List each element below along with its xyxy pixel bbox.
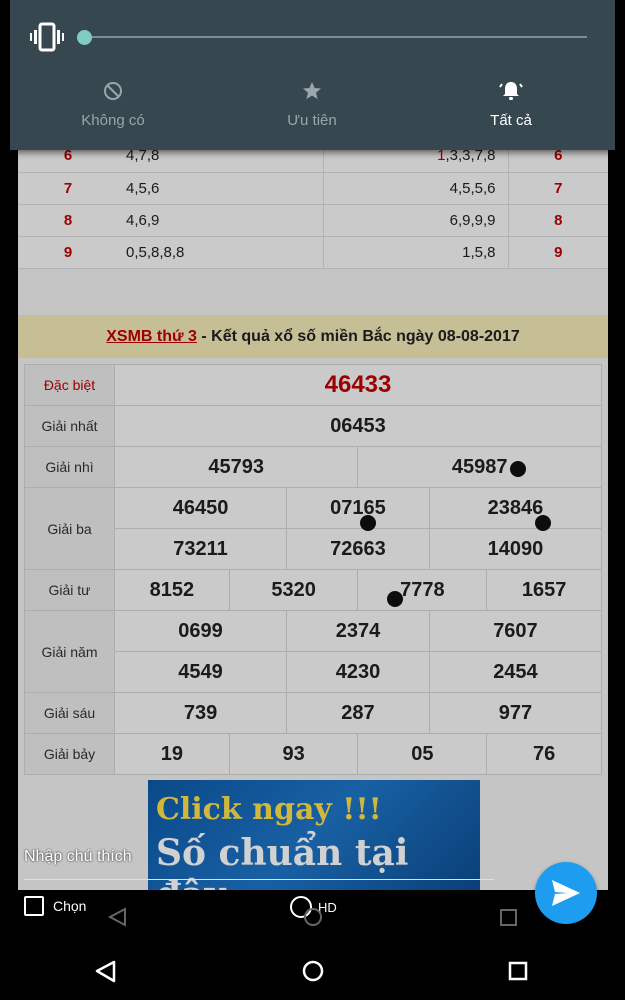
prize-label: Đặc biệt [24, 364, 115, 406]
prize-value: 0699 [113, 610, 288, 652]
send-icon [552, 880, 580, 906]
nav-recents-icon[interactable] [508, 961, 528, 981]
prize-row-sixth: Giải sáu 739 287 977 [24, 692, 603, 734]
caption-underline [24, 879, 494, 880]
head-values: 4,6,9 [118, 204, 324, 237]
prize-label: Giải bảy [24, 733, 115, 775]
mode-all[interactable]: Tất cả [411, 76, 611, 129]
prize-label: Giải nhất [24, 405, 115, 447]
prize-value: 7778 [357, 569, 488, 611]
results-table: Đặc biệt 46433 Giải nhất 06453 Giải nhì … [24, 364, 603, 775]
prize-value: 287 [286, 692, 430, 734]
home-icon [304, 908, 322, 926]
mode-none[interactable]: Không có [13, 76, 213, 129]
tail-values: 4,5,5,6 [323, 172, 509, 205]
ad-line-2: Số chuẩn tại đây [156, 832, 409, 890]
screen: 6 4,7,8 1,3,3,7,8 6 7 4,5,6 4,5,5,6 7 8 … [0, 0, 625, 1000]
prize-value: 2454 [428, 651, 603, 693]
prize-value: 4549 [113, 651, 288, 693]
prize-row-third: Giải ba 46450 07165 23846 [24, 487, 603, 570]
prize-row-fifth: Giải năm 0699 2374 7607 [24, 610, 603, 693]
prize-value: 977 [428, 692, 603, 734]
table-row: 9 0,5,8,8,8 1,5,8 9 [18, 236, 608, 269]
head-number: 8 [18, 204, 118, 237]
captured-nav-bar [107, 907, 517, 927]
prize-value: 93 [228, 733, 359, 775]
table-row: 7 4,5,6 4,5,5,6 7 [18, 172, 608, 205]
mode-label: Không có [81, 112, 145, 129]
prize-value: 76 [486, 733, 602, 775]
nav-home-icon[interactable] [302, 960, 324, 982]
mode-label: Tất cả [490, 112, 532, 129]
prize-value: 45987 [357, 446, 602, 488]
recents-icon [500, 909, 517, 926]
prize-label: Giải ba [24, 487, 115, 570]
prize-value: 73211 [113, 528, 288, 570]
prize-row-first: Giải nhất 06453 [24, 405, 602, 447]
results-heading: XSMB thứ 3 - Kết quả xổ số miền Bắc ngày… [18, 315, 608, 358]
prize-value: 23846 [428, 487, 603, 529]
prize-value: 07165 [286, 487, 430, 529]
prize-row-seventh: Giải bảy 19 93 05 76 [24, 733, 602, 775]
notification-shade: Không có Ưu tiên Tất cả [10, 0, 615, 150]
marker-dot [510, 461, 526, 477]
marker-dot [535, 515, 551, 531]
prize-value: 739 [113, 692, 288, 734]
prize-value: 06453 [114, 405, 602, 447]
prize-value: 72663 [286, 528, 430, 570]
marker-dot [360, 515, 376, 531]
tail-values: 6,9,9,9 [323, 204, 509, 237]
loto-table: 6 4,7,8 1,3,3,7,8 6 7 4,5,6 4,5,5,6 7 8 … [18, 140, 608, 269]
tail-number: 9 [508, 236, 608, 269]
prize-label: Giải sáu [24, 692, 115, 734]
prize-value: 8152 [114, 569, 230, 611]
back-icon [107, 907, 126, 927]
prize-value: 1657 [486, 569, 602, 611]
caption-input[interactable]: Nhập chú thích [24, 848, 132, 866]
tail-number: 7 [508, 172, 608, 205]
vibrate-icon[interactable] [30, 22, 64, 52]
head-number: 7 [18, 172, 118, 205]
heading-text: - Kết quả xổ số miền Bắc ngày 08-08-2017 [196, 328, 520, 345]
mode-priority[interactable]: Ưu tiên [212, 76, 412, 129]
system-nav-bar [95, 960, 528, 983]
prize-value: 46433 [114, 364, 602, 406]
block-icon [104, 82, 122, 100]
prize-value: 05 [357, 733, 488, 775]
prize-row-special: Đặc biệt 46433 [24, 364, 602, 406]
prize-value: 14090 [428, 528, 603, 570]
volume-slider-thumb[interactable] [77, 30, 92, 45]
prize-value: 46450 [113, 487, 288, 529]
prize-value: 2374 [286, 610, 430, 652]
volume-slider-track[interactable] [85, 36, 587, 38]
ad-banner[interactable]: Click ngay !!! Số chuẩn tại đây [148, 780, 480, 890]
head-values: 0,5,8,8,8 [118, 236, 324, 269]
xsmb-link[interactable]: XSMB thứ 3 [106, 328, 197, 345]
star-icon [303, 82, 321, 99]
bell-icon [499, 82, 523, 100]
tail-values: 1,5,8 [323, 236, 509, 269]
prize-label: Giải tư [24, 569, 115, 611]
prize-label: Giải nhì [24, 446, 115, 488]
table-row: 8 4,6,9 6,9,9,9 8 [18, 204, 608, 237]
head-values: 4,5,6 [118, 172, 324, 205]
prize-value: 19 [114, 733, 230, 775]
prize-value: 7607 [428, 610, 603, 652]
prize-row-fourth: Giải tư 8152 5320 7778 1657 [24, 569, 602, 611]
prize-label: Giải năm [24, 610, 115, 693]
prize-value: 5320 [228, 569, 359, 611]
head-number: 9 [18, 236, 118, 269]
mode-label: Ưu tiên [287, 112, 337, 129]
prize-value: 45793 [113, 446, 359, 488]
nav-back-icon[interactable] [95, 960, 116, 983]
prize-value: 4230 [286, 651, 430, 693]
marker-dot [387, 591, 403, 607]
tail-number: 8 [508, 204, 608, 237]
ad-line-1: Click ngay !!! [156, 792, 382, 827]
web-content: 6 4,7,8 1,3,3,7,8 6 7 4,5,6 4,5,5,6 7 8 … [18, 140, 608, 890]
